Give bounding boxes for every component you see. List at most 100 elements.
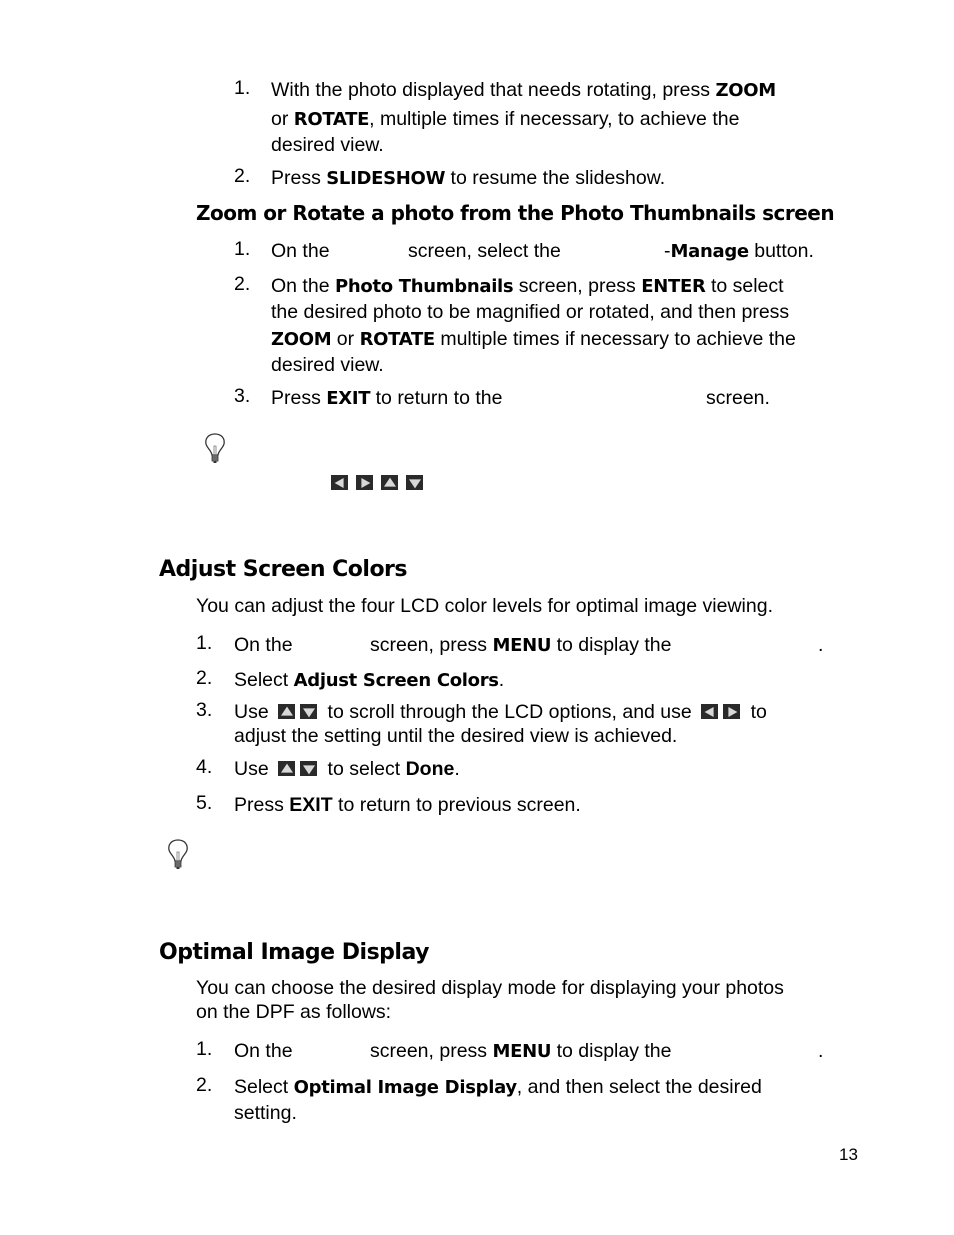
text: to display the bbox=[551, 634, 672, 656]
step-text: Press SLIDESHOW to resume the slideshow. bbox=[271, 165, 665, 192]
step-text: screen, select the bbox=[408, 240, 561, 262]
text: to display the bbox=[551, 1040, 672, 1062]
key-label: ROTATE bbox=[293, 109, 370, 130]
step-text: screen, press MENU to display the bbox=[370, 632, 672, 659]
page-number: 13 bbox=[839, 1145, 858, 1164]
section-intro: You can adjust the four LCD color levels… bbox=[196, 595, 773, 617]
text: Press bbox=[271, 167, 327, 189]
step-text: Press EXIT to return to previous screen. bbox=[234, 792, 581, 818]
step-number: 3. bbox=[234, 385, 251, 407]
step-number: 2. bbox=[196, 667, 213, 689]
section-intro: on the DPF as follows: bbox=[196, 1001, 392, 1023]
key-label: EXIT bbox=[289, 794, 333, 816]
key-label: Photo Thumbnails bbox=[334, 276, 514, 297]
arrow-left-key-icon bbox=[331, 475, 348, 490]
key-label: ZOOM bbox=[715, 80, 776, 101]
key-label: MENU bbox=[492, 635, 552, 656]
text: button. bbox=[748, 240, 814, 262]
arrow-down-key-icon bbox=[300, 761, 318, 776]
menu-option-label: Optimal Image Display bbox=[293, 1077, 517, 1098]
text: Press bbox=[271, 387, 327, 409]
step-text: Select Optimal Image Display, and then s… bbox=[234, 1074, 762, 1101]
arrow-right-key-icon bbox=[723, 704, 741, 719]
step-text: screen, press MENU to display the bbox=[370, 1038, 672, 1065]
step-text: Use to scroll through the LCD options, a… bbox=[234, 699, 767, 725]
text: On the bbox=[271, 240, 330, 262]
text: . bbox=[454, 758, 460, 780]
step-text: Use to select Done. bbox=[234, 756, 460, 782]
key-label: MENU bbox=[492, 1041, 552, 1062]
key-label: ROTATE bbox=[359, 329, 436, 350]
step-number: 5. bbox=[196, 792, 213, 814]
text: Select bbox=[234, 1076, 294, 1098]
step-text: desired view. bbox=[271, 354, 384, 376]
step-text: -Manage button. bbox=[664, 238, 814, 265]
arrow-left-key-icon bbox=[701, 704, 719, 719]
text: or bbox=[331, 328, 360, 350]
option-label: Done bbox=[405, 758, 455, 780]
text: screen, press bbox=[370, 634, 493, 656]
arrow-up-key-icon bbox=[381, 475, 398, 490]
step-number: 2. bbox=[234, 273, 251, 295]
step-text: ZOOM or ROTATE multiple times if necessa… bbox=[271, 326, 796, 353]
text: Press bbox=[234, 794, 290, 816]
text: Select bbox=[234, 669, 294, 691]
text: , and then select the desired bbox=[516, 1076, 762, 1098]
step-text: screen. bbox=[706, 387, 770, 409]
step-number: 1. bbox=[234, 238, 251, 260]
arrow-up-key-icon bbox=[278, 704, 296, 719]
step-number: 2. bbox=[196, 1074, 213, 1096]
text: Use bbox=[234, 758, 269, 780]
section-heading-optimal-display: Optimal Image Display bbox=[159, 940, 429, 965]
step-text: Press EXIT to return to the bbox=[271, 385, 502, 412]
text: screen, press bbox=[513, 275, 642, 297]
step-text: desired view. bbox=[271, 134, 384, 156]
text: With the photo displayed that needs rota… bbox=[271, 79, 716, 101]
step-number: 1. bbox=[196, 1038, 213, 1060]
step-text: On the bbox=[271, 238, 330, 264]
step-text: the desired photo to be magnified or rot… bbox=[271, 301, 790, 323]
step-text: or ROTATE, multiple times if necessary, … bbox=[271, 106, 739, 133]
text: to scroll through the LCD options, and u… bbox=[327, 701, 692, 723]
step-text: On the Photo Thumbnails screen, press EN… bbox=[271, 273, 784, 300]
step-number: 1. bbox=[196, 632, 213, 654]
lightbulb-icon bbox=[168, 839, 188, 869]
section-heading-thumbnails: Zoom or Rotate a photo from the Photo Th… bbox=[196, 201, 835, 225]
tip-arrow-keys bbox=[331, 472, 428, 495]
arrow-right-key-icon bbox=[356, 475, 373, 490]
section-heading-adjust-colors: Adjust Screen Colors bbox=[159, 557, 408, 582]
step-text: On the bbox=[234, 634, 293, 656]
text: to select bbox=[327, 758, 406, 780]
lightbulb-icon bbox=[205, 433, 225, 463]
text: to bbox=[750, 701, 767, 723]
step-text: With the photo displayed that needs rota… bbox=[271, 77, 776, 104]
arrow-down-key-icon bbox=[300, 704, 318, 719]
key-label: EXIT bbox=[326, 388, 371, 409]
text: to return to previous screen. bbox=[332, 794, 581, 816]
step-number: 3. bbox=[196, 699, 213, 721]
step-text: . bbox=[818, 1040, 824, 1062]
step-number: 1. bbox=[234, 77, 251, 99]
step-number: 2. bbox=[234, 165, 251, 187]
step-text: On the bbox=[234, 1040, 293, 1062]
key-label: ENTER bbox=[641, 276, 706, 297]
key-label: Manage bbox=[670, 241, 750, 262]
step-text: Select Adjust Screen Colors. bbox=[234, 667, 504, 694]
step-number: 4. bbox=[196, 756, 213, 778]
key-label: SLIDESHOW bbox=[326, 168, 446, 189]
arrow-down-key-icon bbox=[406, 475, 423, 490]
text: multiple times if necessary to achieve t… bbox=[434, 328, 796, 350]
menu-option-label: Adjust Screen Colors bbox=[293, 670, 499, 691]
arrow-up-key-icon bbox=[278, 761, 296, 776]
step-text: adjust the setting until the desired vie… bbox=[234, 725, 678, 747]
step-text: setting. bbox=[234, 1102, 297, 1124]
text: to select bbox=[705, 275, 784, 297]
text: or bbox=[271, 108, 294, 130]
text: screen, press bbox=[370, 1040, 493, 1062]
section-intro: You can choose the desired display mode … bbox=[196, 977, 784, 999]
step-text: . bbox=[818, 634, 824, 656]
key-label: ZOOM bbox=[271, 329, 332, 350]
text: On the bbox=[271, 275, 335, 297]
text: Use bbox=[234, 701, 269, 723]
text: to return to the bbox=[370, 387, 503, 409]
